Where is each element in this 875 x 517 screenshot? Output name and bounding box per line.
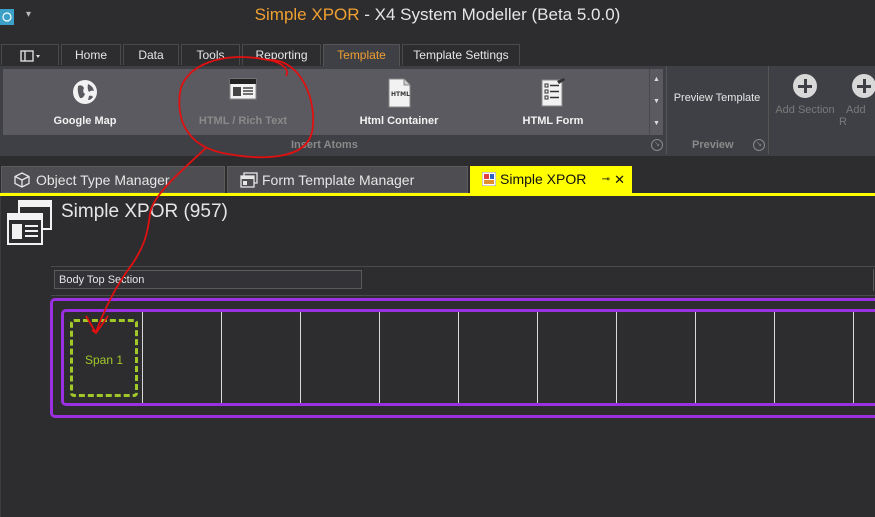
gallery-scroller[interactable]: ▲ ▼ ▼ [649, 69, 663, 135]
preview-template-button[interactable]: Preview Template [668, 92, 766, 104]
tab-home[interactable]: Home [61, 44, 121, 65]
row-container[interactable] [61, 309, 875, 406]
add-section-button[interactable]: Add Section [775, 74, 835, 116]
html-file-icon: HTML [388, 78, 411, 108]
app-menu-icon [20, 50, 40, 62]
html-form-button[interactable]: HTML Form [493, 69, 613, 135]
tab-template[interactable]: Template [323, 44, 400, 67]
title-bar: ▾ Simple XPOR - X4 System Modeller (Beta… [0, 0, 875, 36]
preview-launcher-icon[interactable]: ↘ [753, 139, 765, 151]
preview-group-label: Preview [692, 139, 734, 151]
tab-reporting[interactable]: Reporting [242, 44, 321, 65]
column-divider [300, 312, 301, 403]
column-divider [379, 312, 380, 403]
google-map-button[interactable]: Google Map [23, 69, 147, 135]
column-divider [616, 312, 617, 403]
doc-tab-form-template-manager[interactable]: Form Template Manager [227, 166, 468, 193]
add-row-button[interactable]: Add R [839, 74, 875, 128]
span-cell[interactable]: Span 1 [70, 319, 138, 397]
column-divider [142, 312, 143, 403]
cube-icon [14, 172, 30, 188]
column-divider [695, 312, 696, 403]
column-divider [774, 312, 775, 403]
column-divider [853, 312, 854, 403]
globe-icon [73, 80, 97, 104]
doc-tab-object-type-manager[interactable]: Object Type Manager [1, 166, 225, 193]
tab-tools[interactable]: Tools [181, 44, 240, 65]
span-label: Span 1 [84, 353, 124, 367]
page-title: Simple XPOR (957) [61, 201, 228, 222]
gallery-expand-icon[interactable]: ▼ [650, 113, 663, 135]
file-menu-tab[interactable] [1, 44, 59, 65]
doc-tab-simple-xpor[interactable]: Simple XPOR ⊸ ✕ [470, 166, 632, 193]
template-doc-icon [482, 172, 496, 186]
tab-template-settings[interactable]: Template Settings [402, 44, 520, 65]
gallery-scroll-down-icon[interactable]: ▼ [650, 91, 663, 113]
close-icon[interactable]: ✕ [614, 166, 625, 193]
plus-circle-icon [852, 74, 875, 98]
insert-atoms-group-label: Insert Atoms [291, 139, 358, 151]
svg-text:HTML: HTML [391, 91, 410, 98]
insert-atoms-gallery: Google Map HTML / Rich Text HTML Html Co… [3, 69, 649, 135]
form-icon [541, 78, 565, 107]
plus-circle-icon [793, 74, 817, 98]
gallery-scroll-up-icon[interactable]: ▲ [650, 69, 663, 91]
window-title: Simple XPOR - X4 System Modeller (Beta 5… [254, 5, 621, 24]
html-container-button[interactable]: HTML Html Container [339, 69, 459, 135]
template-page-icon [7, 200, 52, 245]
insert-atoms-launcher-icon[interactable]: ↘ [651, 139, 663, 151]
section-name-field[interactable]: Body Top Section [54, 270, 362, 289]
ribbon-tab-row: Home Data Tools Reporting Template Templ… [0, 44, 875, 67]
ribbon-panel: Google Map HTML / Rich Text HTML Html Co… [0, 66, 875, 156]
ribbon-separator [666, 66, 667, 154]
designer-canvas: Simple XPOR (957) Body Top Section Span … [0, 196, 875, 517]
column-divider [458, 312, 459, 403]
pin-icon[interactable]: ⊸ [602, 166, 610, 193]
html-rich-text-button[interactable]: HTML / Rich Text [183, 69, 303, 135]
column-divider [537, 312, 538, 403]
tab-data[interactable]: Data [123, 44, 179, 65]
ribbon-separator [768, 66, 769, 154]
html-panel-icon [229, 78, 257, 100]
form-template-icon [240, 172, 258, 188]
column-divider [221, 312, 222, 403]
document-tab-strip: Object Type Manager Form Template Manage… [0, 163, 875, 196]
